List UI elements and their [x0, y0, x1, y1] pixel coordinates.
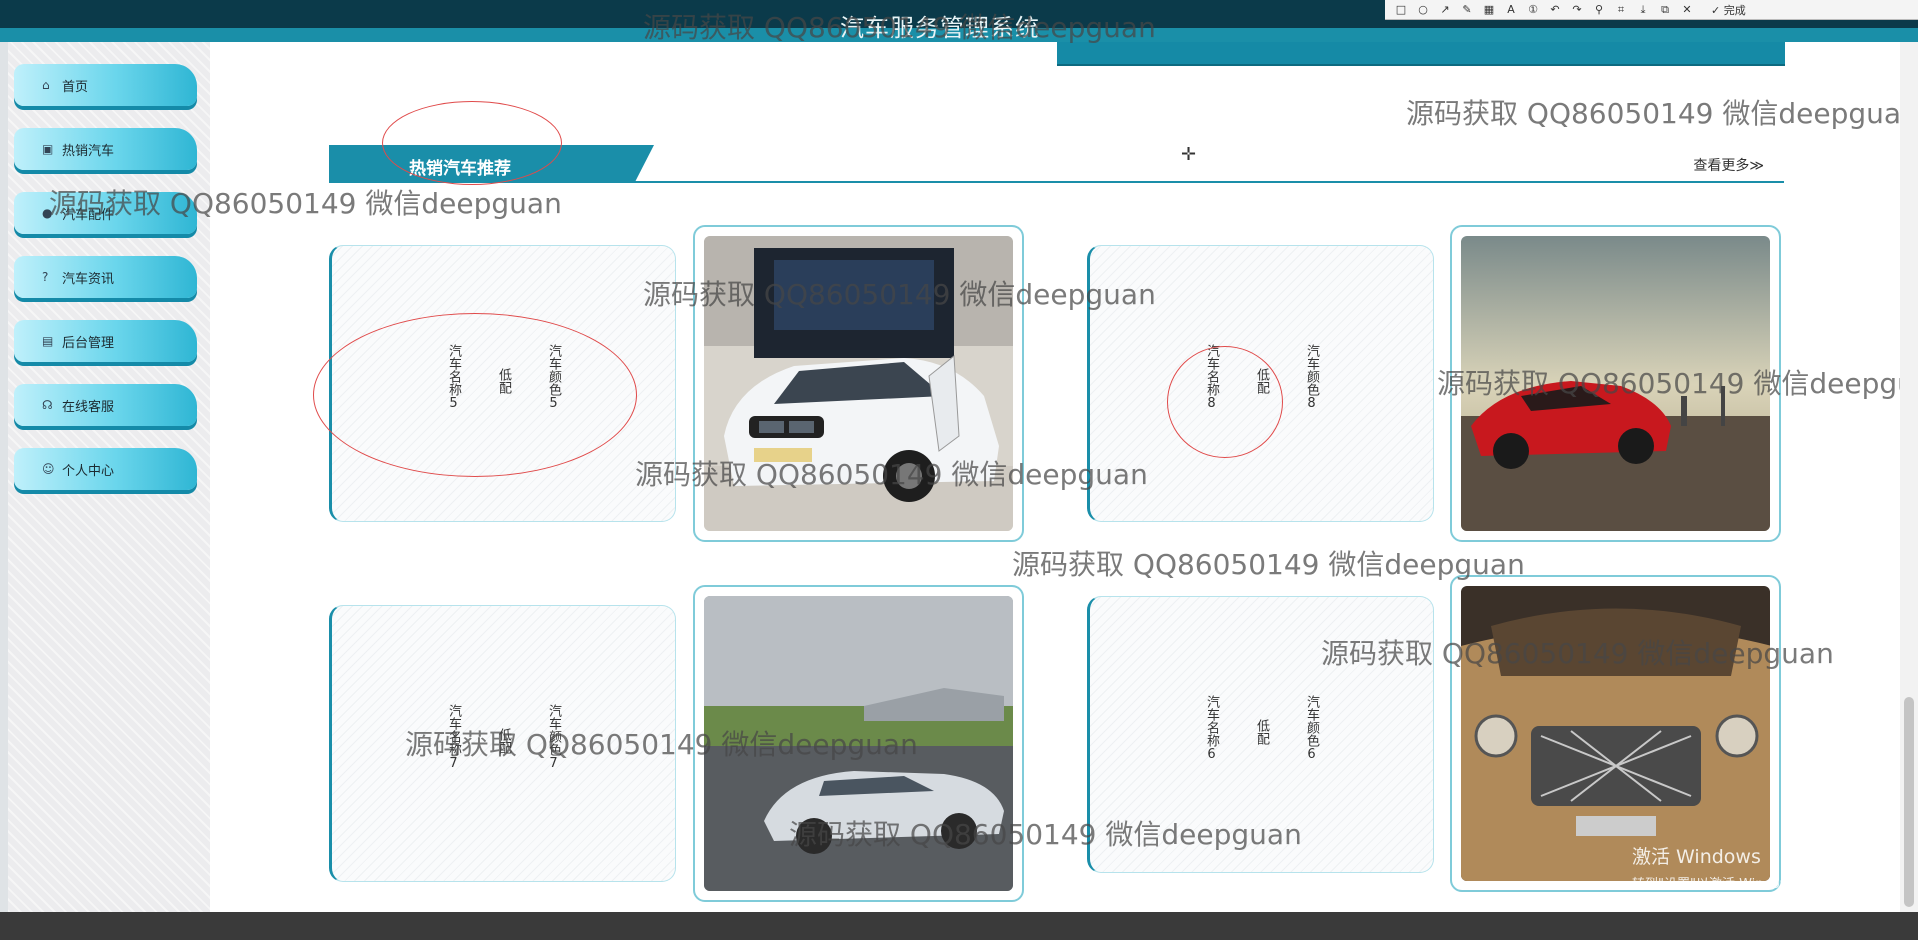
car-color: 汽车颜色5 [546, 344, 561, 411]
sidebar-item-news[interactable]: ? 汽车资讯 [14, 256, 197, 298]
red-sports-car-image [1461, 236, 1770, 531]
windows-activation-notice: 激活 Windows 转到"设置"以激活 Windows。 [1632, 842, 1810, 892]
car-info-card[interactable]: 汽车名称7 低配 汽车颜色7 [329, 605, 676, 882]
gold-luxury-suv-image [1461, 586, 1770, 881]
sidebar-item-label: 个人中心 [62, 463, 115, 479]
section-divider [329, 181, 1784, 183]
car-name: 汽车名称5 [446, 344, 461, 411]
activation-subtitle: 转到"设置"以激活 Windows。 [1632, 877, 1811, 892]
undo-icon[interactable]: ↶ [1547, 3, 1563, 16]
system-title: 汽车服务管理系统 [840, 14, 1040, 42]
view-more-link[interactable]: 查看更多≫ [1693, 155, 1764, 175]
mosaic-tool-icon[interactable]: ▦ [1481, 3, 1497, 16]
sidebar: ⌂ 首页 ▣ 热销汽车 ● 汽车配件 ? 汽车资讯 ▤ 后台管理 ☊ 在线客服 ☺ 个人中心 [8, 42, 210, 912]
car-info-card[interactable]: 汽车名称6 低配 汽车颜色6 [1087, 596, 1434, 873]
cancel-icon[interactable]: ✕ [1679, 3, 1695, 16]
vertical-scrollbar[interactable] [1900, 42, 1918, 912]
copy-icon[interactable]: ⧉ [1657, 3, 1673, 17]
car-color: 汽车颜色8 [1304, 344, 1319, 411]
car-image-card[interactable] [693, 585, 1024, 902]
pin-icon[interactable]: ⚲ [1591, 3, 1607, 16]
sidebar-item-support[interactable]: ☊ 在线客服 [14, 384, 197, 426]
sidebar-item-hot-cars[interactable]: ▣ 热销汽车 [14, 128, 197, 170]
sidebar-item-label: 汽车资讯 [62, 271, 115, 287]
bag-icon: ▣ [42, 142, 54, 156]
done-button[interactable]: ✓ 完成 [1711, 2, 1746, 18]
car-name: 汽车名称8 [1204, 344, 1219, 411]
white-suv-image [704, 236, 1013, 531]
car-config: 低配 [1254, 368, 1269, 394]
car-name: 汽车名称6 [1204, 695, 1219, 762]
dot-icon: ● [42, 206, 53, 220]
section-title: 热销汽车推荐 [409, 159, 511, 179]
calendar-icon: ▤ [42, 334, 54, 348]
headset-icon: ☊ [42, 398, 53, 412]
car-config: 低配 [1254, 719, 1269, 745]
sidebar-item-label: 首页 [62, 79, 89, 95]
section-header: 热销汽车推荐 查看更多≫ [329, 145, 1784, 183]
silver-concept-car-image [704, 596, 1013, 891]
scrollbar-thumb[interactable] [1904, 697, 1914, 907]
banner-bottom-edge [1057, 42, 1785, 66]
sidebar-item-label: 热销汽车 [62, 143, 115, 159]
crosshair-cursor-icon: ✛ [1181, 144, 1197, 165]
bottom-bar [0, 912, 1918, 940]
car-name: 汽车名称7 [446, 704, 461, 771]
help-icon: ? [42, 270, 49, 284]
car-info-card[interactable]: 汽车名称5 低配 汽车颜色5 [329, 245, 676, 522]
car-config: 低配 [496, 728, 511, 754]
screenshot-toolbar[interactable]: □ ○ ↗ ✎ ▦ A ① ↶ ↷ ⚲ ⌗ ⤓ ⧉ ✕ ✓ 完成 [1385, 0, 1918, 20]
sidebar-item-admin[interactable]: ▤ 后台管理 [14, 320, 197, 362]
text-tool-icon[interactable]: A [1503, 3, 1519, 16]
car-color: 汽车颜色6 [1304, 695, 1319, 762]
sidebar-item-label: 汽车配件 [62, 207, 115, 223]
save-icon[interactable]: ⤓ [1635, 3, 1651, 17]
car-color: 汽车颜色7 [546, 704, 561, 771]
activation-title: 激活 Windows [1632, 846, 1761, 868]
sidebar-item-parts[interactable]: ● 汽车配件 [14, 192, 197, 234]
sidebar-item-label: 在线客服 [62, 399, 115, 415]
number-tool-icon[interactable]: ① [1525, 3, 1541, 16]
crop-icon[interactable]: ⌗ [1613, 3, 1629, 17]
redo-icon[interactable]: ↷ [1569, 3, 1585, 16]
sidebar-item-profile[interactable]: ☺ 个人中心 [14, 448, 197, 490]
sidebar-item-home[interactable]: ⌂ 首页 [14, 64, 197, 106]
car-image-card[interactable] [693, 225, 1024, 542]
rect-tool-icon[interactable]: □ [1393, 3, 1409, 16]
ellipse-tool-icon[interactable]: ○ [1415, 3, 1431, 16]
home-icon: ⌂ [42, 78, 50, 92]
car-config: 低配 [496, 368, 511, 394]
car-info-card[interactable]: 汽车名称8 低配 汽车颜色8 [1087, 245, 1434, 522]
sidebar-item-label: 后台管理 [62, 335, 115, 351]
car-image-card[interactable] [1450, 225, 1781, 542]
arrow-tool-icon[interactable]: ↗ [1437, 3, 1453, 16]
pen-tool-icon[interactable]: ✎ [1459, 3, 1475, 16]
user-icon: ☺ [42, 462, 55, 476]
